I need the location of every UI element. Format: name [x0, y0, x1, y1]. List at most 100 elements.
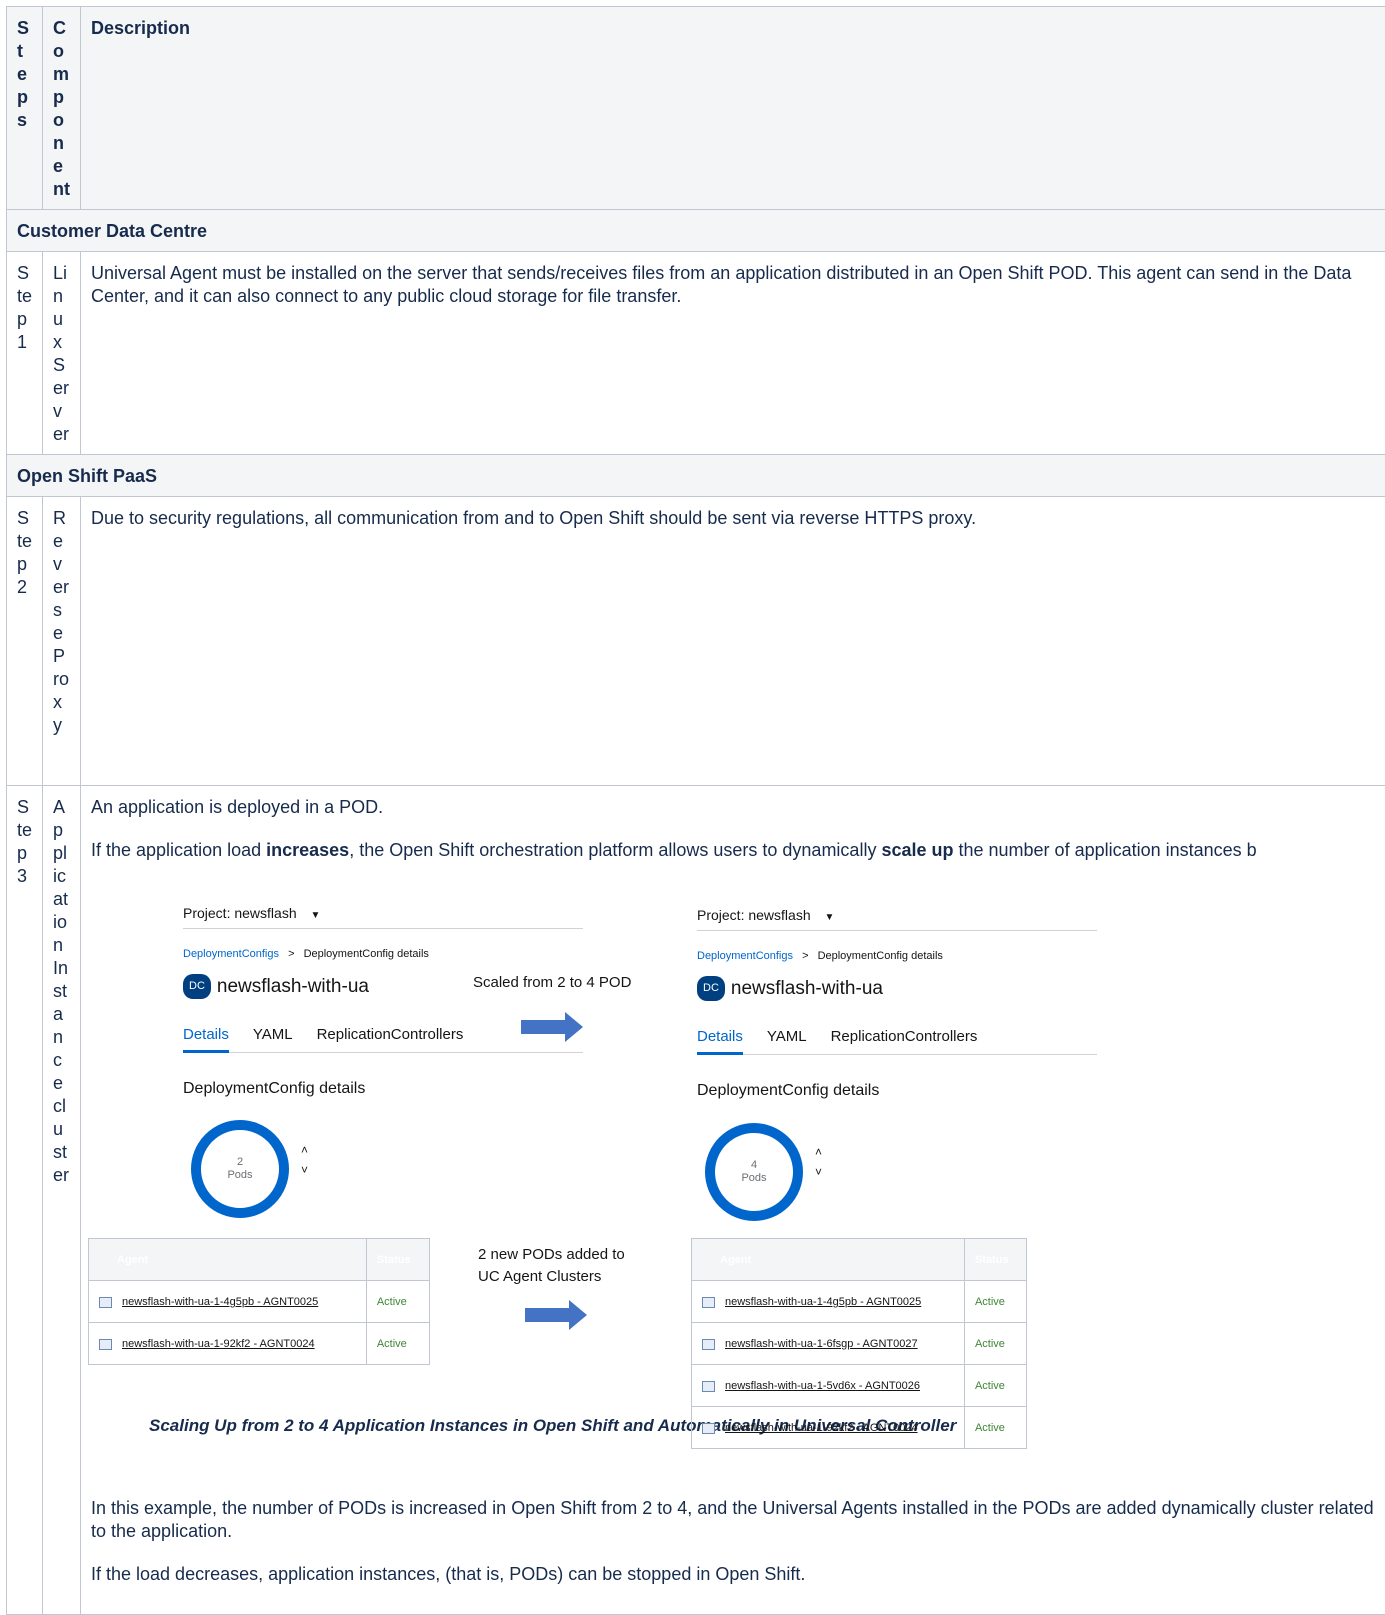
- agent-cell: newsflash-with-ua-1-92kf2 - AGNT0024: [692, 1407, 965, 1449]
- description-scale: If the application load increases, the O…: [91, 839, 1385, 862]
- chevron-up-icon[interactable]: ˄: [815, 1142, 822, 1162]
- breadcrumb: DeploymentConfigs > DeploymentConfig det…: [183, 943, 583, 966]
- text-run: If the application load: [91, 840, 266, 860]
- agent-icon: [702, 1339, 715, 1350]
- tab-bar: Details YAML ReplicationControllers: [697, 1025, 1097, 1055]
- table-row: newsflash-with-ua-1-92kf2 - AGNT0024 Act…: [89, 1323, 430, 1365]
- panel-after: Project: newsflash ▼ DeploymentConfigs >…: [697, 904, 1097, 1102]
- breadcrumb-separator: >: [802, 950, 808, 962]
- component-label: Application Instance cluster: [43, 786, 81, 1615]
- description-cell: An application is deployed in a POD. If …: [81, 786, 1385, 1615]
- tab-yaml[interactable]: YAML: [767, 1025, 807, 1048]
- agent-table-header: Agent Status: [692, 1239, 1027, 1281]
- description-cell: Universal Agent must be installed on the…: [81, 252, 1385, 455]
- component-label: Linux Server: [43, 252, 81, 455]
- table-row-step1: Step 1 Linux Server Universal Agent must…: [7, 252, 1385, 455]
- chevron-down-icon[interactable]: ˅: [301, 1160, 308, 1180]
- chevron-up-icon[interactable]: ˄: [301, 1140, 308, 1160]
- pods-count: 2: [201, 1156, 279, 1169]
- agent-link[interactable]: newsflash-with-ua-1-92kf2 - AGNT0024: [122, 1338, 315, 1350]
- section-row-openshift: Open Shift PaaS: [7, 455, 1385, 497]
- project-dropdown[interactable]: Project: newsflash ▼: [183, 902, 583, 928]
- scaling-figure: Project: newsflash ▼ DeploymentConfigs >…: [91, 882, 1385, 1402]
- added-note-line1: 2 new PODs added to: [478, 1244, 625, 1266]
- caret-down-icon: ▼: [825, 912, 835, 923]
- project-label: Project: newsflash: [183, 905, 297, 921]
- project-selector: Project: newsflash ▼: [697, 904, 1097, 931]
- pods-donut-after: 4 Pods: [705, 1123, 803, 1221]
- header-row: Steps Component Description: [7, 7, 1385, 210]
- agent-column-header: Agent: [692, 1239, 965, 1281]
- agent-status: Active: [964, 1323, 1026, 1365]
- project-selector: Project: newsflash ▼: [183, 902, 583, 929]
- dc-name: newsflash-with-ua: [217, 975, 369, 998]
- agent-cell: newsflash-with-ua-1-4g5pb - AGNT0025: [89, 1281, 367, 1323]
- table-row: newsflash-with-ua-1-5vd6x - AGNT0026 Act…: [692, 1365, 1027, 1407]
- tab-yaml[interactable]: YAML: [253, 1023, 293, 1046]
- table-row: newsflash-with-ua-1-4g5pb - AGNT0025 Act…: [692, 1281, 1027, 1323]
- agent-status: Active: [366, 1281, 429, 1323]
- pods-unit: Pods: [201, 1169, 279, 1182]
- steps-table: Steps Component Description Customer Dat…: [6, 6, 1385, 1615]
- project-dropdown[interactable]: Project: newsflash ▼: [697, 904, 1097, 930]
- header-component: Component: [43, 7, 81, 210]
- breadcrumb-link[interactable]: DeploymentConfigs: [697, 950, 793, 962]
- section-title-openshift: Open Shift PaaS: [7, 455, 1385, 497]
- tab-details[interactable]: Details: [183, 1023, 229, 1046]
- scale-stepper: ˄ ˅: [301, 1140, 308, 1180]
- breadcrumb-current: DeploymentConfig details: [304, 948, 429, 960]
- agent-status: Active: [964, 1407, 1026, 1449]
- tab-replication-controllers[interactable]: ReplicationControllers: [317, 1023, 464, 1046]
- description-cell: Due to security regulations, all communi…: [81, 497, 1385, 786]
- agent-icon: [702, 1297, 715, 1308]
- description-example: In this example, the number of PODs is i…: [91, 1497, 1381, 1543]
- pods-unit: Pods: [715, 1172, 793, 1185]
- chevron-down-icon[interactable]: ˅: [815, 1162, 822, 1182]
- agent-status: Active: [366, 1323, 429, 1365]
- caret-down-icon: ▼: [311, 910, 321, 921]
- breadcrumb-current: DeploymentConfig details: [818, 950, 943, 962]
- agent-link[interactable]: newsflash-with-ua-1-4g5pb - AGNT0025: [122, 1296, 318, 1308]
- tab-replication-controllers[interactable]: ReplicationControllers: [831, 1025, 978, 1048]
- status-column-header: Status: [366, 1239, 429, 1281]
- description-text: Due to security regulations, all communi…: [91, 507, 1385, 530]
- agent-cell: newsflash-with-ua-1-4g5pb - AGNT0025: [692, 1281, 965, 1323]
- dc-name: newsflash-with-ua: [731, 977, 883, 1000]
- header-steps: Steps: [7, 7, 43, 210]
- description-text: Universal Agent must be installed on the…: [91, 262, 1381, 308]
- agent-icon: [99, 1297, 112, 1308]
- agent-link[interactable]: newsflash-with-ua-1-4g5pb - AGNT0025: [725, 1296, 921, 1308]
- pods-donut-before: 2 Pods: [191, 1120, 289, 1218]
- agent-cell: newsflash-with-ua-1-92kf2 - AGNT0024: [89, 1323, 367, 1365]
- agent-status: Active: [964, 1281, 1026, 1323]
- agent-link[interactable]: newsflash-with-ua-1-6fsgp - AGNT0027: [725, 1338, 918, 1350]
- bold-scale-up: scale up: [881, 840, 953, 860]
- agent-link[interactable]: newsflash-with-ua-1-92kf2 - AGNT0024: [725, 1422, 918, 1434]
- page-title: DC newsflash-with-ua: [697, 976, 1097, 1001]
- agent-icon: [99, 1339, 112, 1350]
- agent-rows-after: newsflash-with-ua-1-4g5pb - AGNT0025 Act…: [692, 1281, 1027, 1449]
- description-decrease: If the load decreases, application insta…: [91, 1563, 1385, 1586]
- step-label: Step 2: [7, 497, 43, 786]
- added-note-line2: UC Agent Clusters: [478, 1266, 625, 1288]
- component-label: Reverse Proxy: [43, 497, 81, 786]
- agent-link[interactable]: newsflash-with-ua-1-5vd6x - AGNT0026: [725, 1380, 920, 1392]
- tab-details[interactable]: Details: [697, 1025, 743, 1048]
- description-intro: An application is deployed in a POD.: [91, 796, 1385, 819]
- step-label: Step 1: [7, 252, 43, 455]
- table-row: newsflash-with-ua-1-4g5pb - AGNT0025 Act…: [89, 1281, 430, 1323]
- agent-table-header: Agent Status: [89, 1239, 430, 1281]
- agent-icon: [702, 1423, 715, 1434]
- section-title-customer: Customer Data Centre: [7, 210, 1385, 252]
- details-heading: DeploymentConfig details: [697, 1079, 1097, 1102]
- agent-column-header: Agent: [89, 1239, 367, 1281]
- agent-cell: newsflash-with-ua-1-6fsgp - AGNT0027: [692, 1323, 965, 1365]
- text-run: the number of application instances b: [954, 840, 1257, 860]
- details-heading: DeploymentConfig details: [183, 1077, 583, 1100]
- agent-status: Active: [964, 1365, 1026, 1407]
- table-row-step2: Step 2 Reverse Proxy Due to security reg…: [7, 497, 1385, 786]
- breadcrumb-link[interactable]: DeploymentConfigs: [183, 948, 279, 960]
- table-row: newsflash-with-ua-1-6fsgp - AGNT0027 Act…: [692, 1323, 1027, 1365]
- section-row-customer: Customer Data Centre: [7, 210, 1385, 252]
- arrow-right-icon: [521, 1012, 583, 1042]
